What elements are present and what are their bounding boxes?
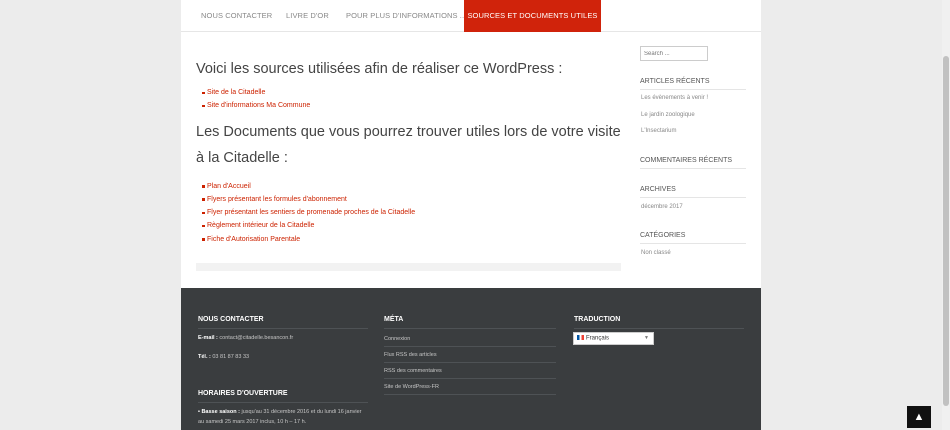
phone-label: Tél. : (198, 354, 211, 360)
list-item[interactable]: Site d'informations Ma Commune (202, 99, 621, 112)
sidebar-link-recent[interactable]: L'Insectarium (641, 128, 677, 134)
document-link[interactable]: Plan d'Accueil (207, 183, 251, 190)
document-link[interactable]: Flyer présentant les sentiers de promena… (207, 209, 415, 216)
page-heading-documents: Les Documents que vous pourrez trouver u… (196, 123, 621, 166)
divider (198, 328, 368, 329)
nav-item-contact[interactable]: NOUS CONTACTER (201, 0, 272, 32)
documents-list: Plan d'Accueil Flyers présentant les for… (202, 180, 621, 246)
sidebar-title-recent: ARTICLES RÉCENTS (640, 78, 746, 90)
nav-item-sources[interactable]: SOURCES ET DOCUMENTS UTILES (464, 0, 601, 32)
footer-phone: Tél. : 03 81 87 83 33 (198, 352, 249, 362)
sidebar-link-recent[interactable]: Les évènements à venir ! (641, 95, 708, 101)
email-label: E-mail : (198, 335, 218, 341)
language-select[interactable]: Français ▼ (573, 332, 654, 345)
content-divider (196, 263, 621, 271)
language-selected: Français (586, 335, 610, 342)
list-item[interactable]: Fiche d'Autorisation Parentale (202, 233, 621, 246)
footer-title-translation: TRADUCTION (574, 316, 621, 323)
sidebar-title-categories: CATÉGORIES (640, 232, 746, 244)
page-container: NOUS CONTACTER LIVRE D'OR POUR PLUS D'IN… (181, 0, 761, 430)
list-item[interactable]: Plan d'Accueil (202, 180, 621, 193)
list-item[interactable]: Flyers présentant les formules d'abonnem… (202, 193, 621, 206)
back-to-top-button[interactable]: ▲ (907, 406, 931, 428)
scrollbar-thumb[interactable] (943, 56, 949, 406)
source-link[interactable]: Site d'informations Ma Commune (207, 102, 310, 109)
list-item[interactable]: Site de la Citadelle (202, 86, 621, 99)
page-heading-sources: Voici les sources utilisées afin de réal… (196, 61, 563, 77)
main-content: Voici les sources utilisées afin de réal… (196, 32, 621, 246)
main-nav: NOUS CONTACTER LIVRE D'OR POUR PLUS D'IN… (181, 0, 761, 32)
chevron-down-icon: ▼ (644, 335, 649, 341)
document-link[interactable]: Règlement intérieur de la Citadelle (207, 222, 314, 229)
meta-link[interactable]: Connexion (384, 336, 556, 347)
source-link[interactable]: Site de la Citadelle (207, 89, 265, 96)
meta-link[interactable]: Flux RSS des articles (384, 352, 556, 363)
document-link[interactable]: Flyers présentant les formules d'abonnem… (207, 196, 347, 203)
list-item[interactable]: Flyer présentant les sentiers de promena… (202, 206, 621, 219)
document-link[interactable]: Fiche d'Autorisation Parentale (207, 236, 300, 243)
footer-title-meta: MÉTA (384, 316, 404, 323)
sidebar-title-comments: COMMENTAIRES RÉCENTS (640, 157, 746, 169)
arrow-up-icon: ▲ (913, 411, 925, 423)
footer-email: E-mail : contact@citadelle.besancon.fr (198, 333, 293, 343)
meta-link[interactable]: RSS des commentaires (384, 368, 556, 379)
divider (198, 402, 368, 403)
french-flag-icon (577, 335, 584, 340)
footer: NOUS CONTACTER E-mail : contact@citadell… (181, 288, 761, 430)
meta-link[interactable]: Site de WordPress-FR (384, 384, 556, 395)
scrollbar[interactable] (942, 0, 950, 430)
email-value[interactable]: contact@citadelle.besancon.fr (218, 335, 293, 341)
phone-value: 03 81 87 83 33 (210, 354, 250, 360)
divider (574, 328, 744, 329)
hours-label: • Basse saison : (198, 409, 240, 415)
search-input[interactable] (640, 46, 708, 61)
sources-list: Site de la Citadelle Site d'informations… (202, 86, 621, 113)
sidebar-link-category[interactable]: Non classé (641, 250, 671, 256)
footer-title-contact: NOUS CONTACTER (198, 316, 264, 323)
footer-title-hours: HORAIRES D'OUVERTURE (198, 390, 288, 397)
nav-item-livre-dor[interactable]: LIVRE D'OR (286, 0, 329, 32)
nav-item-informations[interactable]: POUR PLUS D'INFORMATIONS ... (346, 0, 466, 32)
sidebar-link-recent[interactable]: Le jardin zoologique (641, 112, 695, 118)
divider (384, 328, 556, 329)
footer-hours: • Basse saison : jusqu'au 31 décembre 20… (198, 407, 368, 427)
sidebar-title-archives: ARCHIVES (640, 186, 746, 198)
sidebar-link-archive[interactable]: décembre 2017 (641, 204, 683, 210)
list-item[interactable]: Règlement intérieur de la Citadelle (202, 219, 621, 232)
